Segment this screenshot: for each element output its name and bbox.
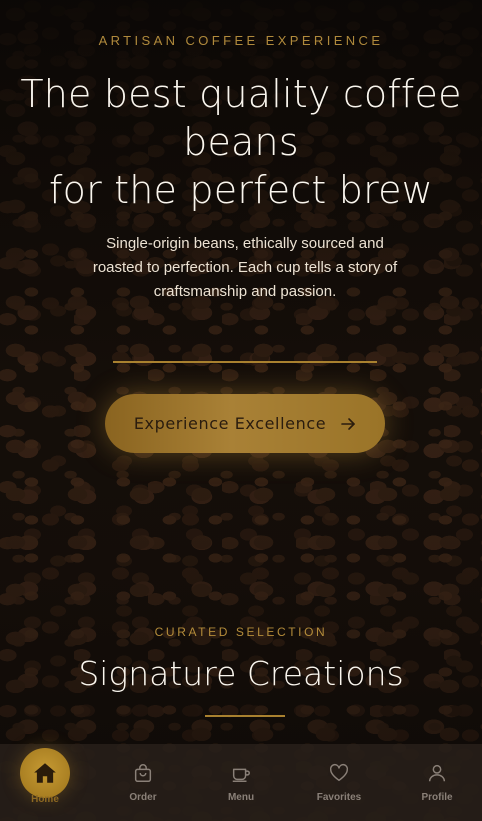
nav-label-favorites: Favorites <box>316 792 362 803</box>
nav-item-profile[interactable]: Profile <box>400 744 474 821</box>
bottom-navigation: Home Order Menu Favorites Profile <box>0 744 482 821</box>
arrow-right-icon <box>340 416 356 432</box>
section-divider <box>205 715 285 717</box>
home-icon <box>20 748 70 798</box>
hero-divider <box>113 361 377 363</box>
cta-label: Experience Excellence <box>133 414 327 433</box>
experience-excellence-button[interactable]: Experience Excellence <box>105 394 385 453</box>
hero-title-line-1: The best quality coffee <box>20 72 462 116</box>
hero-title: The best quality coffee beans for the pe… <box>20 70 462 214</box>
section-title: Signature Creations <box>78 654 404 693</box>
section-eyebrow: CURATED SELECTION <box>154 625 328 639</box>
coffee-cup-icon <box>226 758 256 788</box>
nav-label-home: Home <box>31 794 59 805</box>
hero-title-line-3: for the perfect brew <box>49 168 433 212</box>
shopping-bag-icon <box>128 758 158 788</box>
hero-title-line-2: beans <box>183 120 299 164</box>
user-icon <box>422 758 452 788</box>
nav-item-favorites[interactable]: Favorites <box>302 744 376 821</box>
nav-label-menu: Menu <box>227 792 255 803</box>
hero-subtitle: Single-origin beans, ethically sourced a… <box>92 235 398 300</box>
nav-item-home[interactable]: Home <box>8 744 82 821</box>
hero-eyebrow: ARTISAN COFFEE EXPERIENCE <box>98 33 384 48</box>
nav-item-order[interactable]: Order <box>106 744 180 821</box>
nav-item-menu[interactable]: Menu <box>204 744 278 821</box>
heart-icon <box>324 758 354 788</box>
nav-label-profile: Profile <box>421 792 453 803</box>
nav-label-order: Order <box>129 792 157 803</box>
